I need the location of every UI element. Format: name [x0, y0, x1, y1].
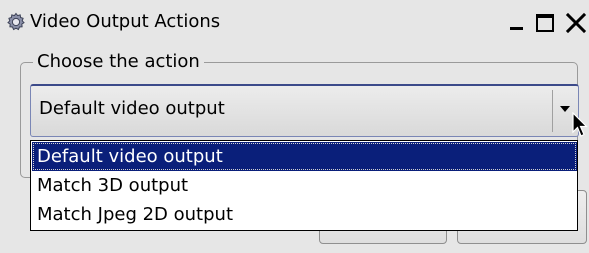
video-output-actions-window: Video Output Actions Choose the action D… — [0, 0, 589, 253]
chevron-down-icon[interactable] — [560, 106, 570, 112]
group-legend: Choose the action — [33, 50, 204, 74]
combo-separator — [552, 90, 553, 132]
close-icon[interactable] — [565, 10, 587, 34]
dropdown-option-match-jpeg-2d-output[interactable]: Match Jpeg 2D output — [32, 200, 577, 229]
dropdown-option-match-3d-output[interactable]: Match 3D output — [32, 171, 577, 200]
window-title: Video Output Actions — [30, 11, 221, 32]
title-bar[interactable]: Video Output Actions — [0, 0, 589, 44]
maximize-icon[interactable] — [534, 10, 556, 34]
combo-selected-value: Default video output — [39, 98, 225, 119]
mouse-pointer-icon — [572, 111, 589, 140]
gear-icon — [6, 12, 26, 32]
dropdown-list: Default video output Match 3D output Mat… — [30, 140, 578, 231]
minimize-icon[interactable] — [506, 10, 528, 34]
dropdown-option-default-video-output[interactable]: Default video output — [32, 142, 577, 171]
